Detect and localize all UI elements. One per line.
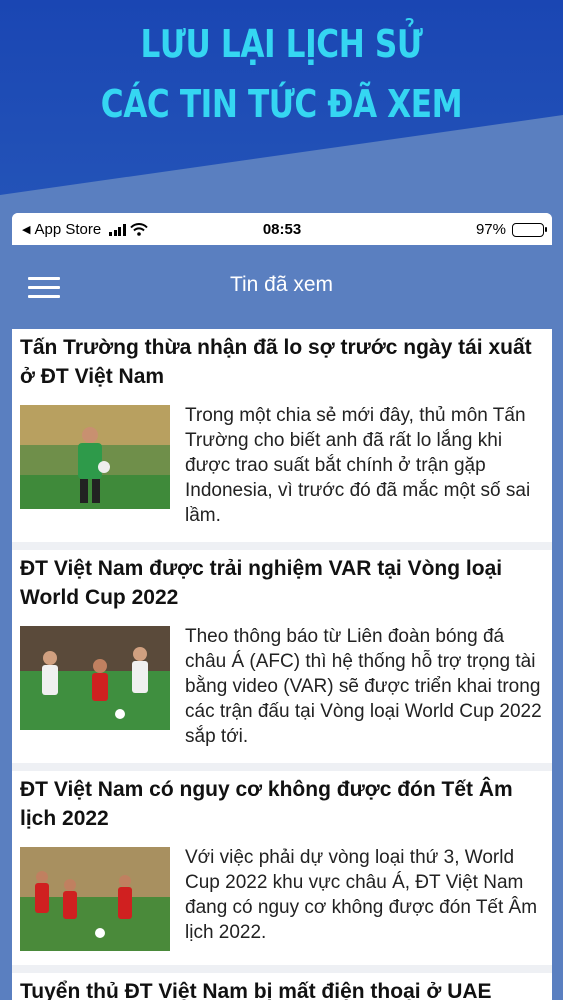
article-summary: Với việc phải dự vòng loại thứ 3, World …: [185, 847, 538, 943]
clock: 08:53: [262, 221, 302, 238]
promo-banner: LƯU LẠI LỊCH SỬ CÁC TIN TỨC ĐÃ XEM: [0, 0, 563, 215]
top-navbar: Tin đã xem: [12, 245, 552, 329]
article-item[interactable]: Tấn Trường thừa nhận đã lo sợ trước ngày…: [12, 329, 552, 542]
status-bar: ◀ App Store 08:53 97%: [12, 213, 552, 245]
battery-percent: 97%: [475, 221, 506, 238]
article-item[interactable]: ĐT Việt Nam có nguy cơ không được đón Tế…: [12, 763, 552, 965]
article-title[interactable]: ĐT Việt Nam được trải nghiệm VAR tại Vòn…: [20, 550, 544, 612]
article-thumbnail[interactable]: [20, 405, 170, 509]
battery-status: 97%: [475, 221, 547, 238]
article-summary: Theo thông báo từ Liên đoàn bóng đá châu…: [185, 626, 542, 747]
article-thumbnail[interactable]: [20, 847, 170, 951]
article-title[interactable]: Tuyển thủ ĐT Việt Nam bị mất điện thoại …: [20, 973, 544, 1000]
promo-line-2: CÁC TIN TỨC ĐÃ XEM: [100, 82, 463, 126]
article-title[interactable]: ĐT Việt Nam có nguy cơ không được đón Tế…: [20, 771, 544, 833]
article-summary: Trong một chia sẻ mới đây, thủ môn Tấn T…: [185, 405, 531, 526]
article-thumbnail[interactable]: [20, 626, 170, 730]
page-title: Tin đã xem: [229, 273, 334, 296]
article-title[interactable]: Tấn Trường thừa nhận đã lo sợ trước ngày…: [20, 329, 544, 391]
article-list: Tấn Trường thừa nhận đã lo sợ trước ngày…: [12, 329, 552, 1000]
article-item[interactable]: ĐT Việt Nam được trải nghiệm VAR tại Vòn…: [12, 542, 552, 763]
promo-line-1: LƯU LẠI LỊCH SỬ: [140, 22, 423, 66]
phone-screen: ◀ App Store 08:53 97% Tin đã xem Tấn Trư…: [12, 213, 552, 1000]
promo-headline: LƯU LẠI LỊCH SỬ CÁC TIN TỨC ĐÃ XEM: [51, 14, 513, 134]
battery-icon: [512, 222, 547, 237]
article-item[interactable]: Tuyển thủ ĐT Việt Nam bị mất điện thoại …: [12, 965, 552, 1000]
